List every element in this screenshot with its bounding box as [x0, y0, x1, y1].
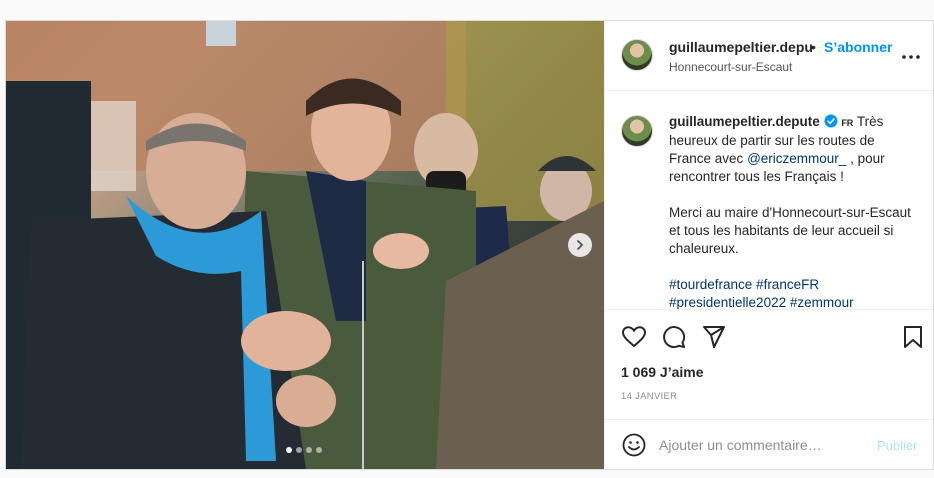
actions-section: 1 069 J’aime 14 JANVIER	[605, 309, 933, 419]
caption-username[interactable]: guillaumepeltier.depute	[669, 114, 820, 129]
hashtags[interactable]: #tourdefrance #franceFR #presidentielle2…	[669, 276, 919, 309]
post-photo[interactable]	[6, 21, 604, 469]
next-slide-button[interactable]	[568, 233, 592, 257]
publish-button[interactable]: Publier	[877, 438, 917, 453]
carousel-dot	[296, 447, 302, 453]
likes-count[interactable]: 1 069 J’aime	[621, 364, 704, 380]
header-username[interactable]: guillaumepeltier.depu	[669, 39, 813, 55]
post-sidebar: guillaumepeltier.depu • S’abonner Honnec…	[604, 21, 933, 469]
share-icon[interactable]	[701, 324, 727, 350]
post-header: guillaumepeltier.depu • S’abonner Honnec…	[605, 21, 933, 91]
caption-avatar[interactable]	[621, 115, 653, 147]
carousel-dot	[316, 447, 322, 453]
header-separator: •	[811, 39, 816, 55]
follow-button[interactable]: S’abonner	[824, 39, 892, 55]
bookmark-icon[interactable]	[900, 324, 926, 350]
chevron-right-icon	[577, 240, 584, 250]
carousel-dot	[286, 447, 292, 453]
more-options-icon[interactable]	[901, 47, 921, 67]
comment-bar: Publier	[605, 419, 933, 469]
caption-text: guillaumepeltier.depute FR Très heureux …	[669, 113, 919, 309]
instagram-post: guillaumepeltier.depu • S’abonner Honnec…	[5, 20, 934, 470]
carousel-indicator	[286, 447, 322, 453]
comment-input[interactable]	[659, 434, 859, 456]
heart-icon[interactable]	[621, 324, 647, 350]
comment-icon[interactable]	[661, 324, 687, 350]
emoji-icon[interactable]	[621, 432, 647, 458]
caption-paragraph: Merci au maire d'Honnecourt-sur-Escaut e…	[669, 205, 911, 256]
photo-illustration	[6, 21, 604, 469]
verified-badge-icon	[824, 114, 838, 128]
flag-text: FR	[841, 118, 854, 128]
mention-link[interactable]: @ericzemmour_	[747, 151, 846, 166]
carousel-dot	[306, 447, 312, 453]
post-date: 14 JANVIER	[621, 391, 678, 402]
location-link[interactable]: Honnecourt-sur-Escaut	[669, 60, 792, 74]
avatar[interactable]	[621, 39, 653, 71]
caption-section: guillaumepeltier.depute FR Très heureux …	[605, 91, 933, 309]
